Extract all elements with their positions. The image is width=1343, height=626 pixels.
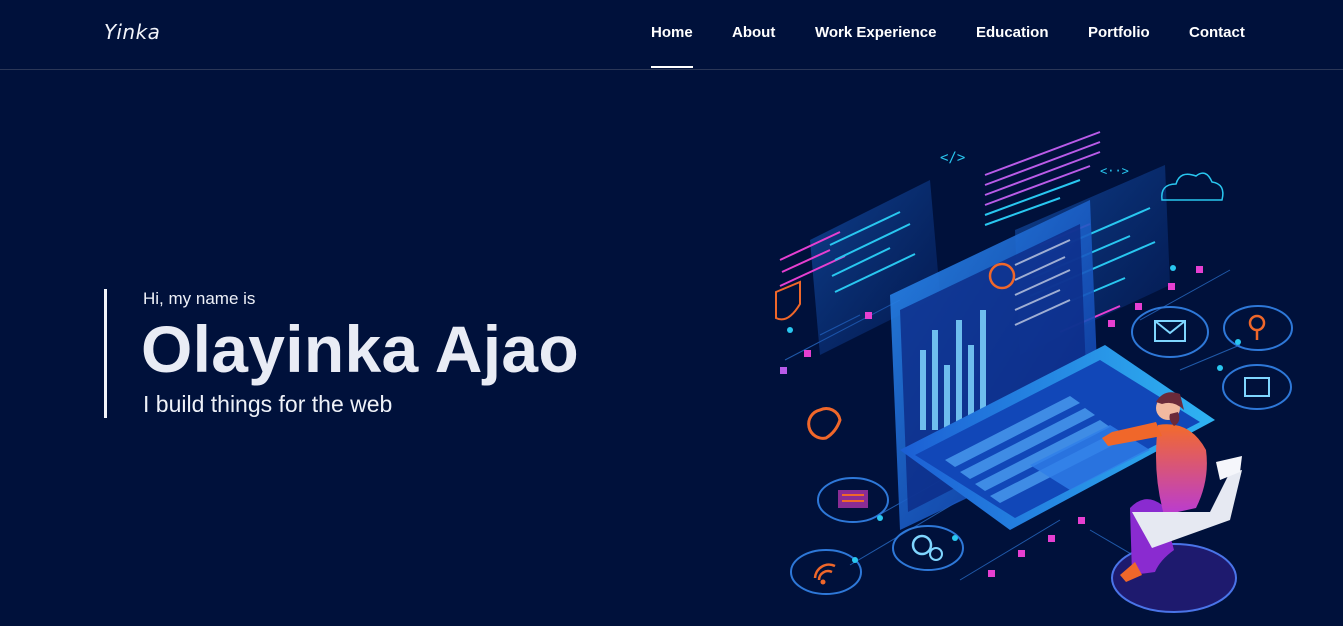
wifi-icon bbox=[790, 549, 862, 595]
nav-home[interactable]: Home bbox=[651, 24, 693, 68]
hero-accent-bar bbox=[104, 289, 107, 418]
nav-education[interactable]: Education bbox=[976, 24, 1049, 41]
nav-contact[interactable]: Contact bbox=[1189, 24, 1245, 41]
hero-greeting: Hi, my name is bbox=[143, 289, 256, 308]
brand-logo[interactable]: Yinka bbox=[104, 20, 160, 44]
cloud-icon bbox=[1161, 172, 1224, 201]
nav-about[interactable]: About bbox=[732, 24, 775, 41]
svg-text:</>: </> bbox=[940, 150, 965, 166]
grid-icon bbox=[1222, 364, 1292, 410]
hero-name: Olayinka Ajao bbox=[141, 312, 579, 386]
hero-illustration: </> <··> bbox=[760, 120, 1320, 626]
gear-icon bbox=[892, 525, 964, 571]
search-icon bbox=[1223, 305, 1293, 351]
nav-portfolio[interactable]: Portfolio bbox=[1088, 24, 1150, 41]
mail-icon bbox=[1131, 306, 1209, 358]
hero-tagline: I build things for the web bbox=[143, 391, 393, 417]
svg-text:<··>: <··> bbox=[1100, 164, 1129, 178]
isometric-laptop-illustration: </> <··> bbox=[775, 131, 1293, 613]
nav-work-experience[interactable]: Work Experience bbox=[815, 24, 936, 41]
top-navbar: Yinka Home About Work Experience Educati… bbox=[0, 0, 1343, 70]
location-pin-icon bbox=[807, 407, 842, 440]
document-icon bbox=[817, 477, 889, 523]
shield-icon bbox=[775, 280, 801, 321]
